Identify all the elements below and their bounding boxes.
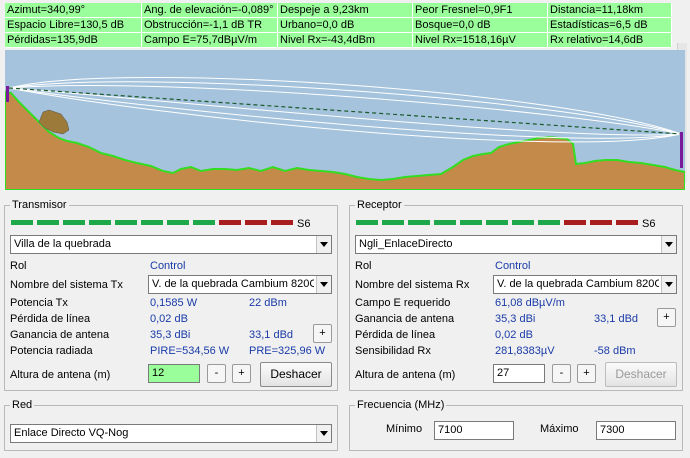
rx-system-select[interactable]: V. de la quebrada Cambium 820C (493, 275, 677, 294)
rx-gain-dbi: 35,3 dBi (495, 313, 536, 325)
rx-line-loss-label: Pérdida de línea (355, 329, 436, 341)
network-select[interactable]: Enlace Directo VQ-Nog (10, 424, 332, 443)
e-field-value: Campo E=75,7dBµV/m (142, 33, 278, 48)
rx-undo-button[interactable]: Deshacer (605, 362, 677, 387)
rx-gain-plus-button[interactable]: + (657, 308, 676, 327)
tx-station-value: Villa de la quebrada (14, 238, 112, 250)
elevation-angle-value: Ang. de elevación=-0,089° (142, 3, 278, 18)
obstruction-value: Obstrucción=-1,1 dB TR (142, 18, 278, 33)
forest-value: Bosque=0,0 dB (413, 18, 548, 33)
rx-height-label: Altura de antena (m) (355, 369, 456, 381)
rx-line-loss-value: 0,02 dB (495, 329, 533, 341)
tx-signal-level: S6 (297, 218, 311, 230)
tx-undo-button[interactable]: Deshacer (260, 362, 332, 387)
tx-system-label: Nombre del sistema Tx (10, 279, 123, 291)
tx-system-value: V. de la quebrada Cambium 820C (152, 278, 314, 290)
frequency-title: Frecuencia (MHz) (355, 398, 447, 412)
tx-system-select[interactable]: V. de la quebrada Cambium 820C (148, 275, 332, 294)
chevron-down-icon[interactable] (316, 276, 331, 293)
tx-height-label: Altura de antena (m) (10, 369, 111, 381)
link-info-grid: Azimut=340,99° Ang. de elevación=-0,089°… (5, 3, 672, 48)
tx-line-loss-label: Pérdida de línea (10, 313, 91, 325)
tx-gain-label: Ganancia de antena (10, 329, 110, 341)
tx-rol-label: Rol (10, 260, 27, 272)
tx-radiated-label: Potencia radiada (10, 345, 93, 357)
terrain-profile (5, 50, 685, 190)
chevron-down-icon[interactable] (661, 276, 676, 293)
rx-signal-meter (356, 220, 638, 225)
chevron-down-icon[interactable] (661, 236, 676, 253)
tx-signal-meter (11, 220, 293, 225)
chevron-down-icon[interactable] (316, 425, 331, 442)
tx-station-select[interactable]: Villa de la quebrada (10, 235, 332, 254)
chevron-down-icon[interactable] (316, 236, 331, 253)
rx-system-value: V. de la quebrada Cambium 820C (497, 278, 659, 290)
rx-station-select[interactable]: Ngli_EnlaceDirecto (355, 235, 677, 254)
rx-system-label: Nombre del sistema Rx (355, 279, 470, 291)
tx-power-label: Potencia Tx (10, 297, 68, 309)
tx-line-loss-value: 0,02 dB (150, 313, 188, 325)
rx-gain-dbd: 33,1 dBd (594, 313, 639, 325)
rx-gain-label: Ganancia de antena (355, 313, 455, 325)
tx-gain-dbd: 33,1 dBd (249, 329, 294, 341)
rx-sensitivity-uv: 281,8383µV (495, 345, 555, 357)
rx-height-input[interactable]: 27 (493, 364, 545, 383)
rx-station-value: Ngli_EnlaceDirecto (359, 238, 453, 250)
tx-height-minus-button[interactable]: - (207, 364, 226, 383)
rx-sensitivity-dbm: -58 dBm (594, 345, 636, 357)
receiver-title: Receptor (355, 198, 404, 212)
tx-height-plus-button[interactable]: + (232, 364, 251, 383)
urban-value: Urbano=0,0 dB (278, 18, 413, 33)
tx-pre-value: PRE=325,96 W (249, 345, 326, 357)
worst-fresnel-value: Peor Fresnel=0,9F1 (413, 3, 548, 18)
rx-efield-value: 61,08 dBµV/m (495, 297, 565, 309)
relative-rx-value: Rx relativo=14,6dB (548, 33, 672, 48)
tx-rol-value: Control (150, 260, 186, 272)
rx-antenna-marker (680, 132, 683, 168)
tx-power-watts: 0,1585 W (150, 297, 198, 309)
azimuth-value: Azimut=340,99° (5, 3, 142, 18)
frequency-min-label: Mínimo (386, 423, 423, 435)
rx-level-dbm-value: Nivel Rx=-43,4dBm (278, 33, 413, 48)
rx-height-plus-button[interactable]: + (577, 364, 596, 383)
tx-gain-dbi: 35,3 dBi (150, 329, 191, 341)
distance-value: Distancia=11,18km (548, 3, 672, 18)
rx-rol-label: Rol (355, 260, 372, 272)
tx-height-input[interactable]: 12 (148, 364, 200, 383)
rx-height-minus-button[interactable]: - (552, 364, 571, 383)
frequency-max-label: Máximo (540, 423, 579, 435)
transmitter-title: Transmisor (10, 198, 69, 212)
losses-value: Pérdidas=135,9dB (5, 33, 142, 48)
statistics-value: Estadísticas=6,5 dB (548, 18, 672, 33)
frequency-max-input[interactable]: 7300 (596, 421, 676, 440)
rx-rol-value: Control (495, 260, 531, 272)
rx-signal-level: S6 (642, 218, 656, 230)
free-space-value: Espacio Libre=130,5 dB (5, 18, 142, 33)
tx-antenna-marker (6, 86, 9, 102)
clearance-value: Despeje a 9,23km (278, 3, 413, 18)
tx-pire-value: PIRE=534,56 W (150, 345, 230, 357)
rx-sensitivity-label: Sensibilidad Rx (355, 345, 431, 357)
tx-power-dbm: 22 dBm (249, 297, 287, 309)
tx-gain-plus-button[interactable]: + (313, 324, 332, 343)
rx-level-uv-value: Nivel Rx=1518,16µV (413, 33, 548, 48)
rx-efield-label: Campo E requerido (355, 297, 451, 309)
network-value: Enlace Directo VQ-Nog (14, 427, 129, 439)
network-title: Red (10, 398, 35, 412)
frequency-min-input[interactable]: 7100 (434, 421, 514, 440)
